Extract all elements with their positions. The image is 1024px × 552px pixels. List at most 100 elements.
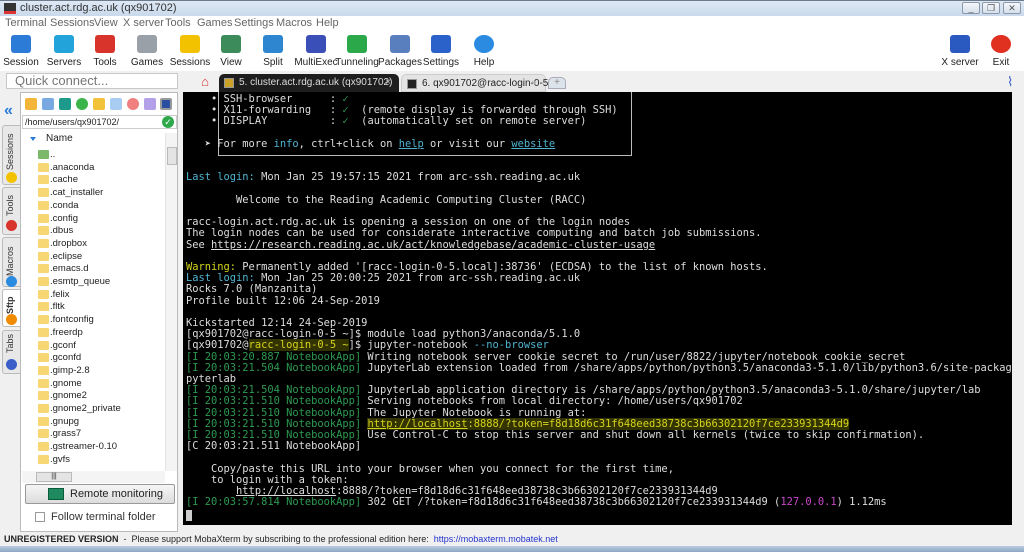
side-tab-tabs[interactable]: Tabs — [2, 330, 20, 374]
quick-connect-input[interactable]: Quick connect... — [6, 73, 178, 89]
remote-monitoring-button[interactable]: Remote monitoring — [25, 484, 175, 504]
file-list-item[interactable]: .gconfd — [22, 352, 162, 365]
maximize-button[interactable]: ❐ — [982, 2, 1000, 14]
menu-settings[interactable]: Settings — [234, 17, 274, 29]
file-list-item[interactable]: .gimp-2.8 — [22, 365, 162, 378]
new-folder-icon[interactable] — [93, 98, 105, 110]
menu-view[interactable]: View — [94, 17, 118, 29]
terminal-text: Welcome to the Reading Academic Computin… — [186, 193, 587, 206]
toolbar-label: Help — [473, 57, 495, 68]
file-list-item[interactable]: .gnome2_private — [22, 403, 162, 416]
tab-session-5[interactable]: 5. cluster.act.rdg.ac.uk (qx901702) × — [219, 74, 399, 92]
terminal-link[interactable]: http://localhost — [367, 417, 468, 430]
menu-sessions[interactable]: Sessions — [50, 17, 95, 29]
view-toolbar-button[interactable]: View — [209, 33, 253, 68]
terminal-link[interactable]: https://research.reading.ac.uk/act/knowl… — [211, 239, 655, 251]
file-list-item[interactable]: .eclipse — [22, 251, 162, 264]
file-list-item[interactable]: .dropbox — [22, 238, 162, 251]
servers-toolbar-button[interactable]: Servers — [42, 33, 86, 68]
file-list-item[interactable]: .anaconda — [22, 162, 162, 175]
file-list-item[interactable]: .esmtp_queue — [22, 276, 162, 289]
file-list-item[interactable]: .gconf — [22, 340, 162, 353]
games-toolbar-button[interactable]: Games — [125, 33, 169, 68]
rename-icon[interactable] — [144, 98, 156, 110]
terminal-link[interactable]: help — [399, 138, 424, 150]
close-button[interactable]: ✕ — [1003, 2, 1021, 14]
terminal-line: [I 20:03:21.504 NotebookApp] JupyterLab … — [186, 362, 1012, 374]
terminal-line: Profile built 12:06 24-Sep-2019 — [186, 295, 380, 307]
toggle-view-icon[interactable] — [160, 98, 172, 110]
file-list-item[interactable]: .conda — [22, 200, 162, 213]
file-list-hscrollbar[interactable]: ||| — [22, 471, 165, 483]
menu-help[interactable]: Help — [316, 17, 339, 29]
file-list-item[interactable]: .felix — [22, 289, 162, 302]
file-list-item[interactable]: .grass7 — [22, 428, 162, 441]
side-tab-tools[interactable]: Tools — [2, 187, 20, 235]
terminal-link[interactable]: http://localhost — [236, 485, 336, 497]
file-list-item[interactable]: .dbus — [22, 225, 162, 238]
path-ok-icon[interactable]: ✓ — [162, 116, 174, 128]
exit-toolbar-button[interactable]: Exit — [979, 33, 1023, 68]
file-list-item[interactable]: .freerdp — [22, 327, 162, 340]
delete-icon[interactable] — [127, 98, 139, 110]
follow-terminal-checkbox[interactable]: Follow terminal folder — [35, 511, 156, 524]
close-tab-icon[interactable]: × — [531, 75, 537, 92]
terminal-link[interactable]: website — [511, 138, 555, 150]
file-list-item[interactable]: .fontconfig — [22, 314, 162, 327]
menu-tools[interactable]: Tools — [165, 17, 191, 29]
terminal-scrollbar[interactable] — [1012, 92, 1024, 525]
parent-folder-icon[interactable] — [25, 98, 37, 110]
packages-toolbar-button[interactable]: Packages — [378, 33, 422, 68]
download-icon[interactable] — [42, 98, 54, 110]
file-list-item[interactable]: .emacs.d — [22, 263, 162, 276]
macro-icon — [6, 276, 17, 287]
side-tab-sessions[interactable]: Sessions — [2, 125, 20, 185]
tab-session-6[interactable]: 6. qx901702@racc-login-0-5 × — [401, 74, 548, 92]
file-list-item[interactable]: .. — [22, 149, 162, 162]
file-list-scrollbar[interactable] — [165, 133, 177, 471]
mobatek-link[interactable]: https://mobaxterm.mobatek.net — [434, 534, 558, 544]
file-list-item[interactable]: .gnome — [22, 378, 162, 391]
column-header-name[interactable]: Name — [22, 132, 162, 146]
file-list-item[interactable]: .gstreamer-0.10 — [22, 441, 162, 454]
session-toolbar-button[interactable]: Session — [0, 33, 43, 68]
minimize-button[interactable]: _ — [962, 2, 980, 14]
terminal[interactable]: • SSH-browser : ✓ • X11-forwarding : ✓ (… — [183, 92, 1012, 525]
file-list-item[interactable]: .cat_installer — [22, 187, 162, 200]
file-list-item[interactable]: .cache — [22, 174, 162, 187]
sessions-toolbar-button[interactable]: Sessions — [168, 33, 212, 68]
upload-icon[interactable] — [59, 98, 71, 110]
terminal-line: • DISPLAY : ✓ (automatically set on remo… — [186, 116, 586, 127]
home-tab[interactable]: ⌂ — [191, 74, 219, 92]
tools-toolbar-button[interactable]: Tools — [83, 33, 127, 68]
status-text: - Please support MobaXterm by subscribin… — [118, 534, 434, 544]
folder-icon — [38, 442, 49, 452]
menu-x-server[interactable]: X server — [123, 17, 164, 29]
file-list-item[interactable]: .config — [22, 213, 162, 226]
file-list-item[interactable]: .fltk — [22, 301, 162, 314]
tunneling-toolbar-button[interactable]: Tunneling — [335, 33, 379, 68]
settings-toolbar-button[interactable]: Settings — [419, 33, 463, 68]
menu-macros[interactable]: Macros — [276, 17, 312, 29]
close-tab-icon[interactable]: × — [385, 74, 391, 91]
refresh-icon[interactable] — [76, 98, 88, 110]
file-list-item[interactable]: .gnupg — [22, 416, 162, 429]
new-tab-button[interactable]: + — [548, 77, 566, 89]
menu-games[interactable]: Games — [197, 17, 232, 29]
terminal-text: to login with a token: — [186, 473, 349, 486]
side-tab-macros[interactable]: Macros — [2, 237, 20, 287]
path-input[interactable]: /home/users/qx901702/ — [22, 115, 177, 129]
multiexec-toolbar-button[interactable]: MultiExec — [294, 33, 338, 68]
file-list-item[interactable]: .gnome2 — [22, 390, 162, 403]
help-toolbar-button[interactable]: Help — [462, 33, 506, 68]
checkbox-icon[interactable] — [35, 512, 45, 522]
paperclip-icon[interactable]: ⌇ — [1007, 74, 1013, 90]
menu-terminal[interactable]: Terminal — [5, 17, 47, 29]
collapse-icon[interactable]: « — [4, 102, 13, 120]
split-toolbar-button[interactable]: Split — [251, 33, 295, 68]
terminal-line: ➤ For more info, ctrl+click on help or v… — [186, 138, 555, 150]
side-tab-sftp[interactable]: Sftp — [2, 289, 20, 327]
file-list-item[interactable]: .gvfs — [22, 454, 162, 467]
new-file-icon[interactable] — [110, 98, 122, 110]
x-server-toolbar-button[interactable]: X server — [938, 33, 982, 68]
